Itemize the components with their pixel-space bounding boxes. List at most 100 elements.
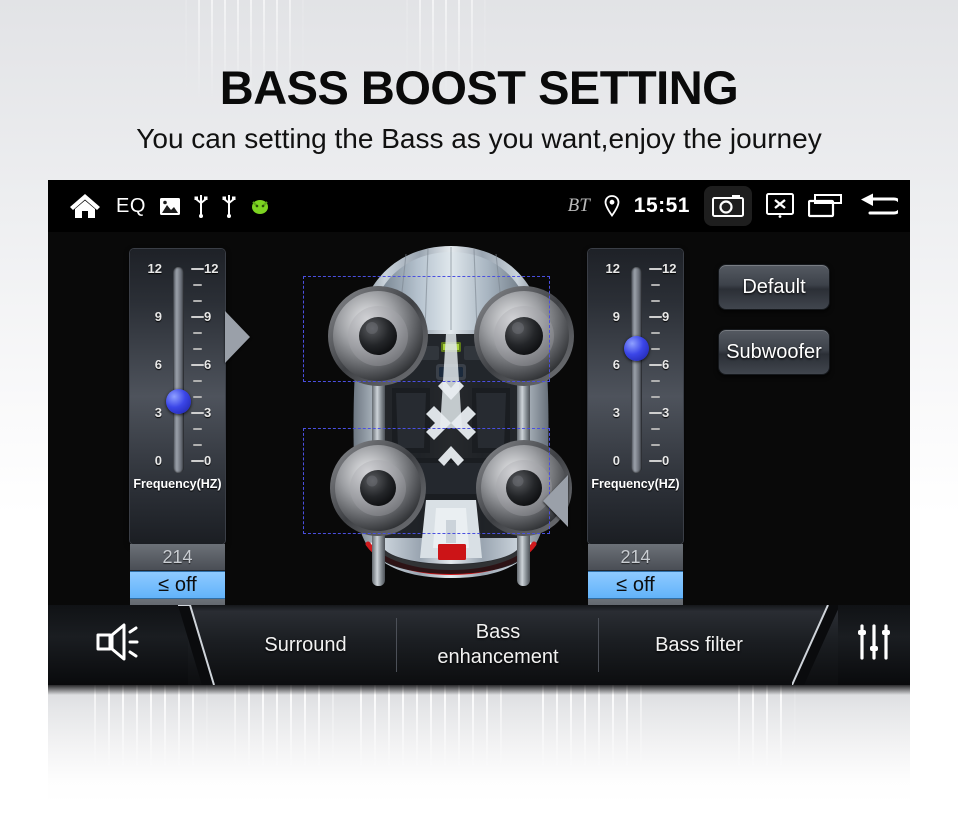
heading-block: BASS BOOST SETTING You can setting the B… xyxy=(0,62,958,156)
bass-boost-main-area: 12 9 6 3 0 12 9 6 3 0 Frequency(HZ) 214 … xyxy=(48,232,910,626)
default-button[interactable]: Default xyxy=(718,264,830,310)
left-scale-label: 0 xyxy=(154,453,162,468)
scale-tick xyxy=(191,316,204,318)
camera-button[interactable] xyxy=(704,186,752,226)
tab-bass-filter[interactable]: Bass filter xyxy=(604,605,794,685)
scale-tick xyxy=(193,396,202,398)
scale-tick xyxy=(191,412,204,414)
screen-reflection xyxy=(48,685,910,803)
left-channel-arrow-icon xyxy=(225,311,250,363)
scale-tick xyxy=(649,316,662,318)
tab-left-curve xyxy=(178,605,215,685)
left-frequency-label: Frequency(HZ) xyxy=(133,477,222,491)
scale-tick xyxy=(651,332,660,334)
right-scale-label-right: 3 xyxy=(662,405,670,420)
right-scale-label: 12 xyxy=(605,261,620,276)
usb-icon[interactable] xyxy=(194,194,208,218)
left-scale-label-right: 6 xyxy=(204,357,212,372)
tab-bass-enhancement[interactable]: Bass enhancement xyxy=(403,605,593,685)
scale-tick xyxy=(651,444,660,446)
status-bar-left-group: EQ xyxy=(68,180,270,232)
list-item-selected[interactable]: ≤ off xyxy=(588,571,683,599)
tab-divider xyxy=(396,618,397,672)
scale-tick xyxy=(193,348,202,350)
right-slider-track[interactable] xyxy=(631,267,642,473)
tab-speaker[interactable] xyxy=(48,605,188,685)
rear-speaker-zone[interactable] xyxy=(303,428,550,534)
clock-label: 15:51 xyxy=(633,194,690,217)
home-icon[interactable] xyxy=(68,191,102,221)
back-arrow-icon[interactable] xyxy=(856,193,898,219)
scale-tick xyxy=(649,364,662,366)
scale-tick xyxy=(649,460,662,462)
recent-apps-icon[interactable] xyxy=(808,194,842,218)
right-slider-knob[interactable] xyxy=(624,336,649,361)
scale-tick xyxy=(193,428,202,430)
android-icon[interactable] xyxy=(250,196,270,216)
left-scale-label-right: 12 xyxy=(204,261,219,276)
right-scale-label-right: 0 xyxy=(662,453,670,468)
right-scale-label-right: 6 xyxy=(662,357,670,372)
scale-tick xyxy=(193,300,202,302)
right-slider-scale: 12 9 6 3 0 12 9 6 3 0 Frequency(HZ) xyxy=(588,249,683,499)
scale-tick xyxy=(651,396,660,398)
location-pin-icon[interactable] xyxy=(604,195,620,217)
left-scale-label: 6 xyxy=(154,357,162,372)
bottom-tab-bar: Surround Bass enhancement Bass filter xyxy=(48,605,910,685)
page-subtitle: You can setting the Bass as you want,enj… xyxy=(136,123,822,154)
tab-right-curve xyxy=(792,605,840,685)
front-speaker-zone[interactable] xyxy=(303,276,550,382)
list-item-selected[interactable]: ≤ off xyxy=(130,571,225,599)
picture-icon[interactable] xyxy=(159,197,180,215)
right-scale-label: 3 xyxy=(612,405,620,420)
car-head-unit-screen: EQ BT 15:51 12 9 6 3 0 12 9 6 3 0 Freque… xyxy=(48,180,910,685)
usb-icon[interactable] xyxy=(222,194,236,218)
scale-tick xyxy=(651,428,660,430)
tab-divider xyxy=(598,618,599,672)
speaker-icon xyxy=(92,622,144,669)
scale-tick xyxy=(191,460,204,462)
right-channel-arrow-icon xyxy=(543,475,568,527)
scale-tick xyxy=(651,348,660,350)
left-scale-label: 9 xyxy=(154,309,162,324)
scale-tick xyxy=(649,268,662,270)
left-slider-scale: 12 9 6 3 0 12 9 6 3 0 Frequency(HZ) xyxy=(130,249,225,499)
tab-equalizer[interactable] xyxy=(838,605,910,685)
left-slider-track[interactable] xyxy=(173,267,184,473)
status-bar: EQ BT 15:51 xyxy=(48,180,910,232)
right-frequency-panel: 12 9 6 3 0 12 9 6 3 0 Frequency(HZ) xyxy=(588,249,683,544)
right-scale-label: 0 xyxy=(612,453,620,468)
page-title: BASS BOOST SETTING xyxy=(219,61,739,114)
list-item[interactable]: 214 xyxy=(130,544,225,571)
scale-tick xyxy=(651,300,660,302)
screen-off-icon[interactable] xyxy=(766,193,794,219)
left-frequency-panel: 12 9 6 3 0 12 9 6 3 0 Frequency(HZ) xyxy=(130,249,225,544)
scale-tick xyxy=(191,268,204,270)
scale-tick xyxy=(191,364,204,366)
reflection-streaks xyxy=(48,685,910,803)
scale-tick xyxy=(651,284,660,286)
sliders-icon xyxy=(854,622,894,669)
list-item[interactable]: 214 xyxy=(588,544,683,571)
left-scale-label-right: 0 xyxy=(204,453,212,468)
scale-tick xyxy=(193,444,202,446)
scale-tick xyxy=(193,284,202,286)
scale-tick xyxy=(651,380,660,382)
left-slider-knob[interactable] xyxy=(166,389,191,414)
bluetooth-label[interactable]: BT xyxy=(568,195,590,217)
subwoofer-button[interactable]: Subwoofer xyxy=(718,329,830,375)
scale-tick xyxy=(193,332,202,334)
car-speaker-diagram xyxy=(286,238,616,598)
scale-tick xyxy=(649,412,662,414)
left-scale-label-right: 3 xyxy=(204,405,212,420)
right-scale-label: 9 xyxy=(612,309,620,324)
status-bar-right-group: BT 15:51 xyxy=(568,180,898,232)
left-scale-label: 12 xyxy=(147,261,162,276)
left-scale-label: 3 xyxy=(154,405,162,420)
reflection-top-shade xyxy=(48,685,910,695)
tab-surround[interactable]: Surround xyxy=(218,605,393,685)
left-scale-label-right: 9 xyxy=(204,309,212,324)
eq-label[interactable]: EQ xyxy=(116,195,146,218)
right-scale-label: 6 xyxy=(612,357,620,372)
camera-icon xyxy=(712,194,744,218)
